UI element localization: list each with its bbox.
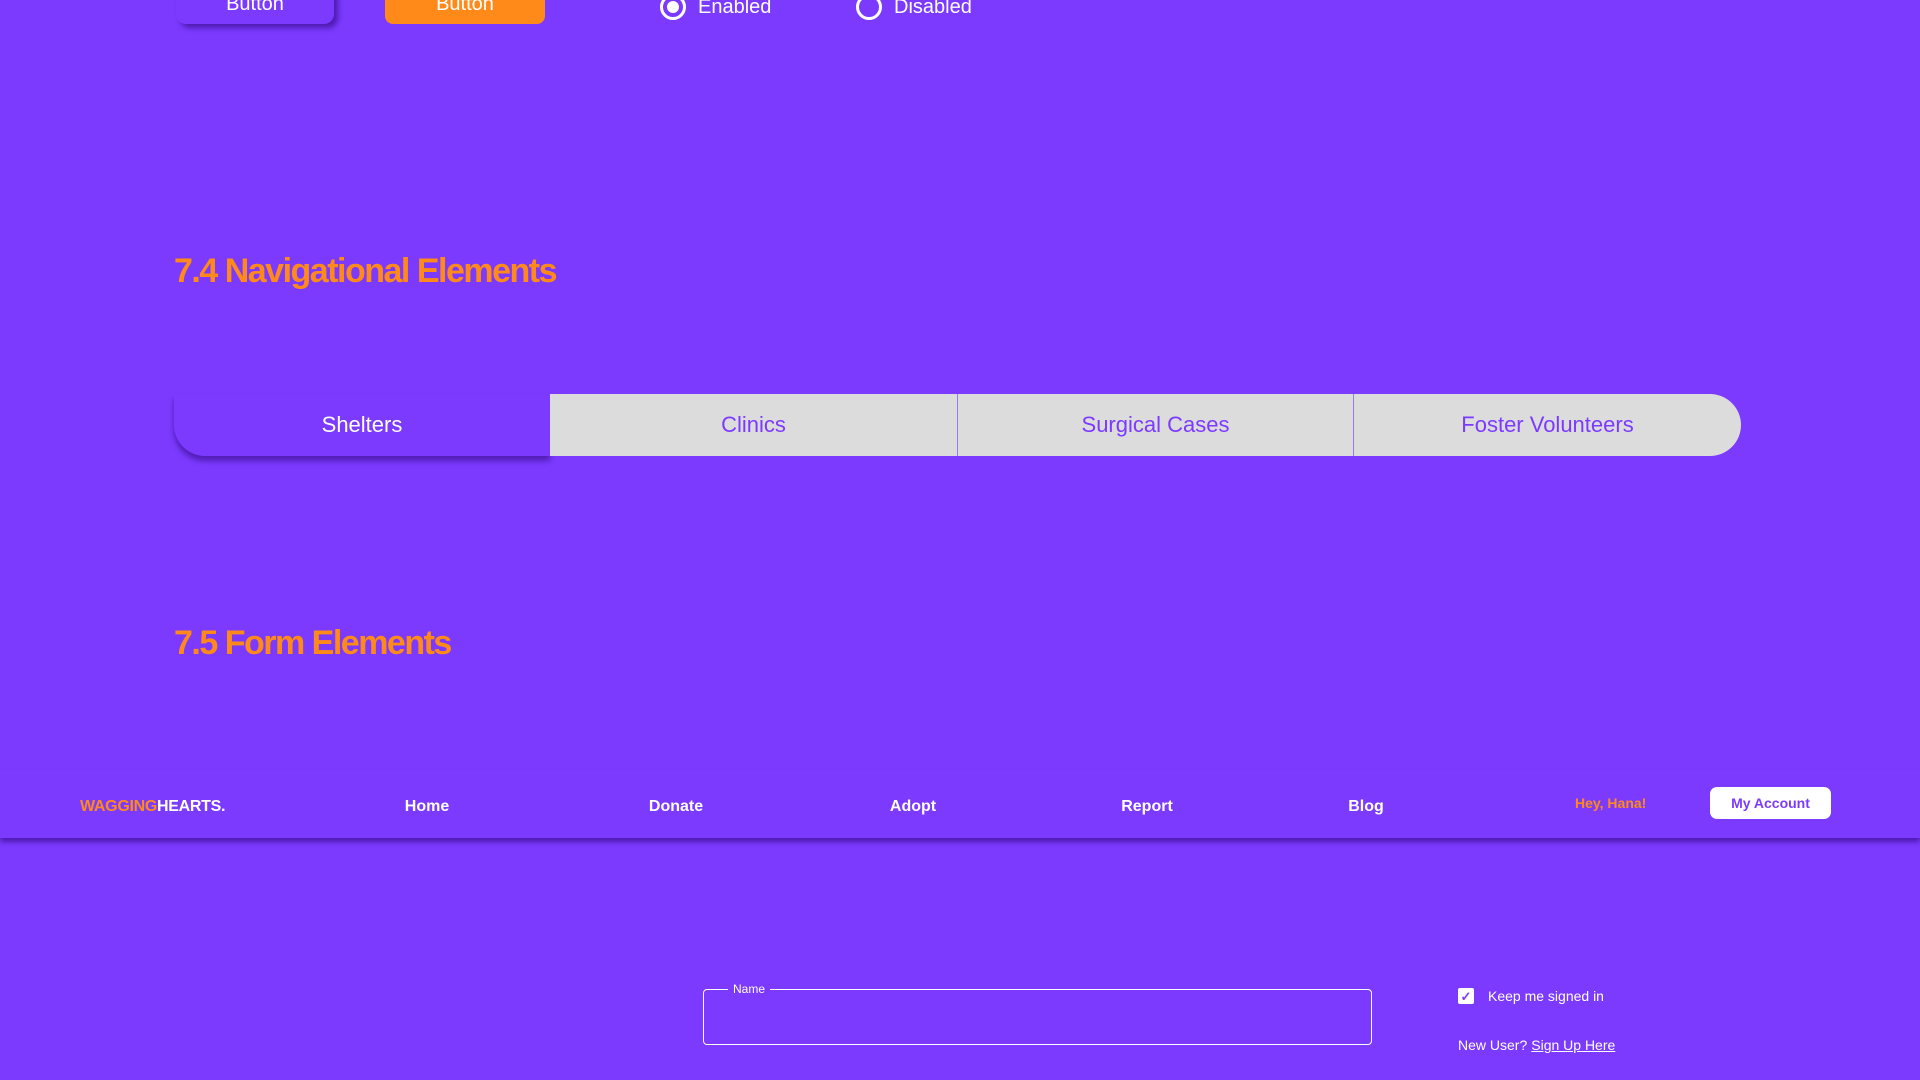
- new-user-text: New User?: [1458, 1037, 1528, 1053]
- form-section-title: 7.5 Form Elements: [174, 624, 452, 662]
- radio-enabled-label: Enabled: [698, 0, 772, 18]
- brand-part2: HEARTS.: [157, 798, 226, 815]
- name-field-label: Name: [728, 982, 771, 996]
- brand-part1: WAGGING: [80, 798, 158, 815]
- name-input[interactable]: [704, 990, 1371, 1044]
- checkbox-checked-icon[interactable]: ✓: [1458, 988, 1474, 1004]
- signup-row: New User? Sign Up Here: [1458, 1037, 1615, 1053]
- my-account-button[interactable]: My Account: [1710, 787, 1831, 819]
- filled-button[interactable]: Button: [385, 0, 545, 24]
- tab-shelters[interactable]: Shelters: [174, 394, 550, 456]
- radio-disabled[interactable]: Disabled: [856, 0, 972, 20]
- radio-unselected-icon[interactable]: [856, 0, 882, 20]
- site-navbar: WAGGINGHEARTS. Home Donate Adopt Report …: [0, 770, 1920, 838]
- nav-link-donate[interactable]: Donate: [649, 798, 703, 816]
- keep-signed-in-label: Keep me signed in: [1488, 988, 1604, 1004]
- radio-enabled[interactable]: Enabled: [660, 0, 771, 20]
- nav-link-adopt[interactable]: Adopt: [890, 798, 936, 816]
- user-greeting: Hey, Hana!: [1575, 795, 1647, 811]
- signup-link[interactable]: Sign Up Here: [1531, 1037, 1615, 1053]
- page: Button Button Enabled Disabled 7.4 Navig…: [0, 0, 1920, 1080]
- nav-link-blog[interactable]: Blog: [1348, 798, 1384, 816]
- outline-button[interactable]: Button: [176, 0, 334, 24]
- nav-section-title: 7.4 Navigational Elements: [174, 252, 558, 290]
- name-field[interactable]: Name: [703, 982, 1372, 1045]
- nav-link-home[interactable]: Home: [405, 798, 449, 816]
- tab-foster-volunteers[interactable]: Foster Volunteers: [1354, 394, 1741, 456]
- radio-disabled-label: Disabled: [894, 0, 972, 18]
- tab-bar: Shelters Clinics Surgical Cases Foster V…: [174, 394, 1741, 456]
- brand-logo[interactable]: WAGGINGHEARTS.: [80, 798, 225, 816]
- tab-clinics[interactable]: Clinics: [550, 394, 958, 456]
- nav-link-report[interactable]: Report: [1121, 798, 1173, 816]
- tab-surgical-cases[interactable]: Surgical Cases: [958, 394, 1354, 456]
- radio-selected-icon[interactable]: [660, 0, 686, 20]
- keep-signed-in-row[interactable]: ✓ Keep me signed in: [1458, 988, 1604, 1004]
